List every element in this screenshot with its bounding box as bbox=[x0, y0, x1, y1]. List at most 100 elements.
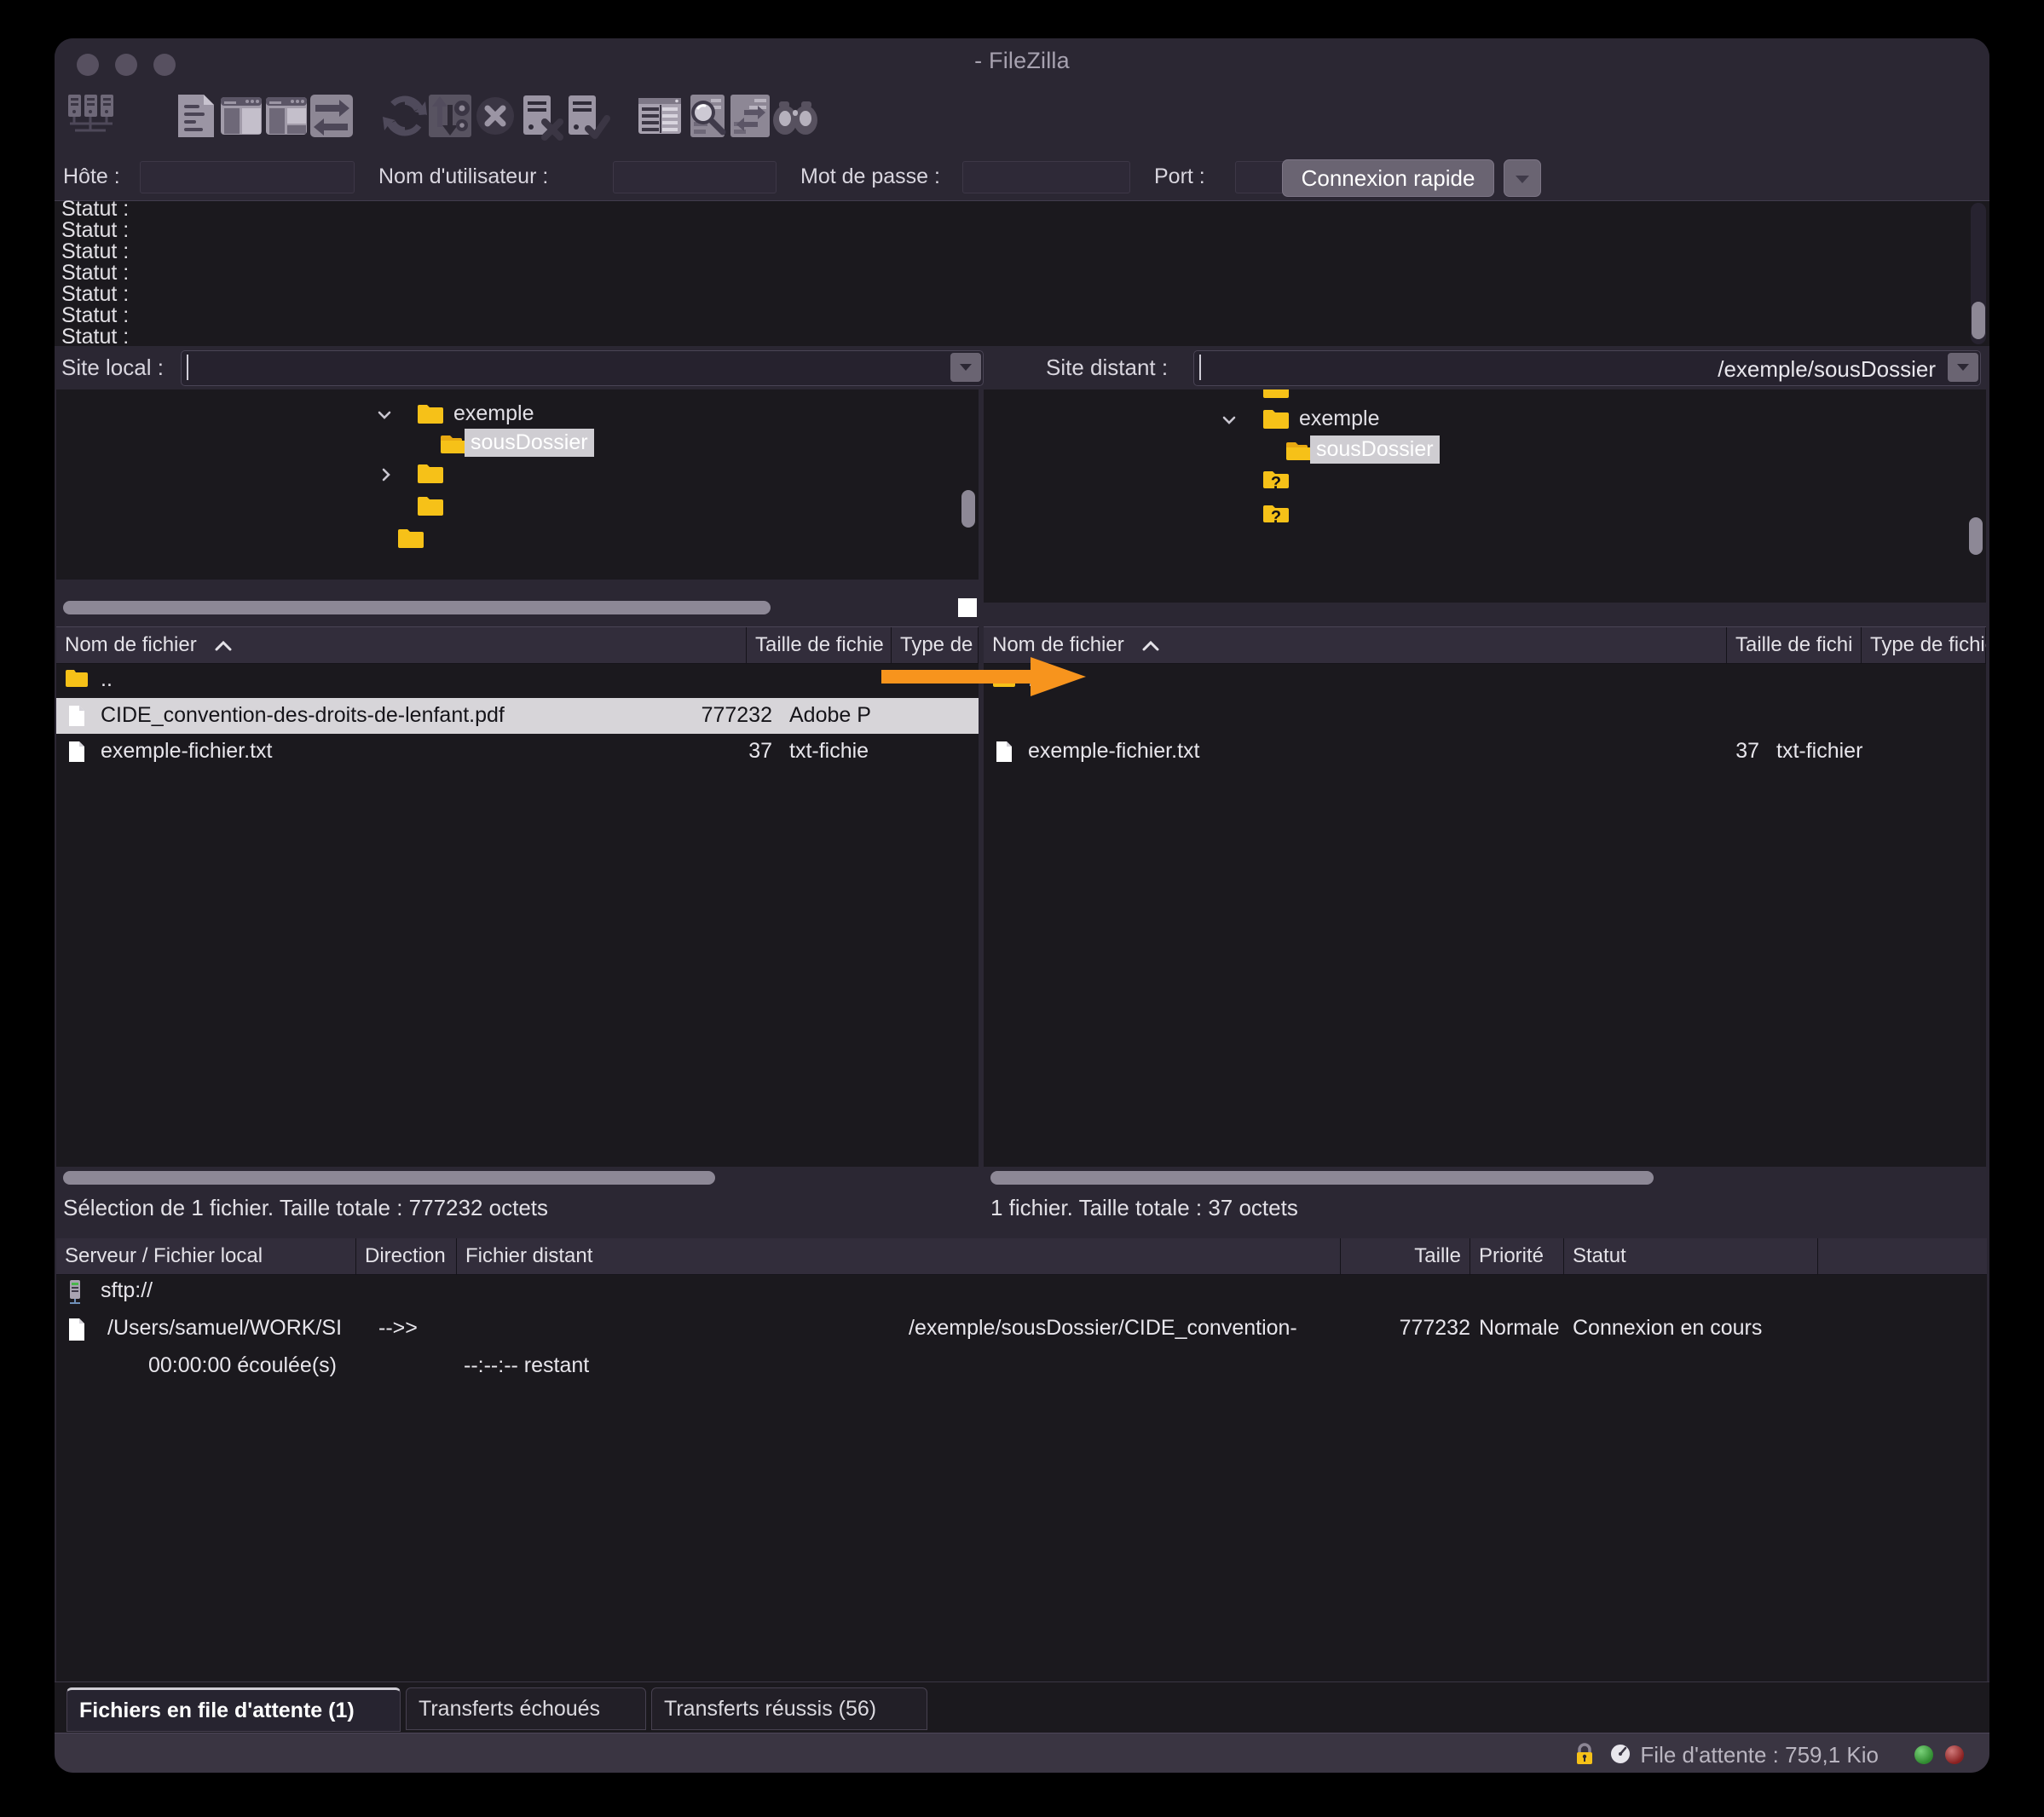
remote-list-hscrollbar-thumb[interactable] bbox=[990, 1171, 1654, 1185]
column-header-filesize[interactable]: Taille de fichie bbox=[747, 627, 892, 663]
text-caret bbox=[1199, 355, 1201, 380]
column-header-priority[interactable]: Priorité bbox=[1470, 1238, 1564, 1274]
lock-icon[interactable] bbox=[1572, 1742, 1597, 1766]
local-file-list[interactable]: Nom de fichier Taille de fichie Type de … bbox=[56, 626, 979, 1167]
folder-icon bbox=[1262, 408, 1290, 430]
table-row[interactable]: .. bbox=[56, 662, 979, 698]
local-list-hscrollbar-track[interactable] bbox=[56, 1167, 979, 1189]
tree-row[interactable]: ? bbox=[984, 464, 1986, 497]
led-red-icon bbox=[1945, 1745, 1964, 1764]
message-log[interactable]: Statut : Statut : Statut : Statut : Stat… bbox=[55, 197, 1989, 349]
column-header-label: Taille de fichi bbox=[1735, 633, 1853, 656]
queue-server-row[interactable]: sftp:// bbox=[56, 1274, 1987, 1310]
local-list-hscrollbar-thumb[interactable] bbox=[63, 1171, 715, 1185]
column-header-label: Taille de fichie bbox=[755, 633, 884, 656]
column-header-label: Type de f bbox=[900, 633, 979, 656]
folder-unknown-icon: ? bbox=[1262, 470, 1290, 493]
remote-site-dropdown-icon[interactable] bbox=[1948, 353, 1978, 382]
queue-priority: Normale bbox=[1479, 1316, 1560, 1340]
column-header-label: Taille bbox=[1414, 1244, 1461, 1267]
column-header-direction[interactable]: Direction bbox=[356, 1238, 457, 1274]
queue-transfer-row[interactable]: /Users/samuel/WORK/SI -->> /exemple/sous… bbox=[56, 1312, 1987, 1347]
local-site-dropdown-icon[interactable] bbox=[950, 353, 981, 382]
remote-site-combo[interactable]: /exemple/sousDossier bbox=[1193, 350, 1981, 386]
column-header-filename[interactable]: Nom de fichier bbox=[56, 627, 747, 663]
password-input[interactable] bbox=[962, 161, 1130, 193]
tree-item-label-selected: sousDossier bbox=[1310, 436, 1440, 464]
svg-text:?: ? bbox=[1271, 508, 1281, 527]
remote-status-text: 1 fichier. Taille totale : 37 octets bbox=[990, 1195, 1298, 1220]
search-remote-files-icon[interactable] bbox=[767, 88, 823, 144]
remote-directory-tree[interactable]: exemple sousDossier ? ? bbox=[984, 389, 1986, 603]
local-tree-resize-grip[interactable] bbox=[958, 598, 977, 617]
table-row[interactable]: CIDE_convention-des-droits-de-lenfant.pd… bbox=[56, 698, 979, 734]
speedometer-icon[interactable] bbox=[1608, 1742, 1633, 1766]
username-input[interactable] bbox=[613, 161, 777, 193]
local-file-list-header: Nom de fichier Taille de fichie Type de … bbox=[56, 626, 979, 664]
remote-list-hscrollbar-track[interactable] bbox=[984, 1167, 1986, 1189]
pane-splitter[interactable] bbox=[979, 389, 984, 1230]
column-header-status[interactable]: Statut bbox=[1564, 1238, 1818, 1274]
tree-row[interactable]: exemple bbox=[984, 403, 1986, 436]
table-row[interactable]: .. bbox=[984, 662, 1986, 698]
remote-tree-vscrollbar-thumb[interactable] bbox=[1969, 517, 1983, 555]
file-size: 777232 bbox=[701, 703, 772, 727]
tab-queued-files[interactable]: Fichiers en file d'attente (1) bbox=[66, 1687, 401, 1732]
local-tree-hscrollbar-thumb[interactable] bbox=[63, 601, 771, 614]
led-green-icon bbox=[1914, 1745, 1933, 1764]
queue-local-file: /Users/samuel/WORK/SI bbox=[107, 1316, 343, 1340]
column-header-filetype[interactable]: Type de fichie bbox=[1862, 627, 1986, 663]
port-label: Port : bbox=[1154, 164, 1205, 188]
local-pane-status: Sélection de 1 fichier. Taille totale : … bbox=[56, 1189, 979, 1228]
transfer-queue[interactable]: Serveur / Fichier local Direction Fichie… bbox=[56, 1238, 1987, 1681]
chevron-down-icon[interactable] bbox=[376, 407, 393, 424]
quickconnect-dropdown-button[interactable] bbox=[1504, 159, 1541, 197]
local-tree-vscrollbar-thumb[interactable] bbox=[961, 490, 975, 528]
site-manager-icon[interactable] bbox=[63, 88, 119, 144]
tab-successful-transfers[interactable]: Transferts réussis (56) bbox=[651, 1687, 927, 1730]
tree-row[interactable] bbox=[56, 522, 979, 555]
file-name: .. bbox=[101, 667, 113, 691]
filezilla-window: - FileZilla Hôte: Nom d'utilisateur: M… bbox=[55, 38, 1989, 1773]
file-icon bbox=[992, 741, 1016, 763]
queue-server-label: sftp:// bbox=[101, 1278, 153, 1302]
column-header-label: Nom de fichier bbox=[65, 633, 197, 656]
chevron-down-icon[interactable] bbox=[1221, 412, 1238, 429]
column-header-remote-file[interactable]: Fichier distant bbox=[457, 1238, 1341, 1274]
tree-row[interactable] bbox=[56, 490, 979, 522]
tree-row[interactable]: ? bbox=[984, 499, 1986, 531]
column-header-size[interactable]: Taille bbox=[1341, 1238, 1470, 1274]
reconnect-icon[interactable] bbox=[557, 88, 614, 144]
local-directory-tree[interactable]: exemple sousDossier bbox=[56, 389, 979, 580]
window-title: - FileZilla bbox=[974, 48, 1070, 73]
folder-open-icon bbox=[440, 434, 467, 456]
table-row[interactable]: exemple-fichier.txt 37 txt-fichie bbox=[56, 734, 979, 770]
file-name: exemple-fichier.txt bbox=[101, 739, 273, 763]
tree-row[interactable]: sousDossier bbox=[984, 434, 1986, 466]
local-tree-hscrollbar-track[interactable] bbox=[56, 597, 979, 619]
quickconnect-button[interactable]: Connexion rapide bbox=[1282, 159, 1494, 197]
chevron-right-icon[interactable] bbox=[378, 466, 395, 483]
folder-icon bbox=[417, 403, 444, 425]
column-header-server-local-file[interactable]: Serveur / Fichier local bbox=[56, 1238, 356, 1274]
column-header-extra[interactable] bbox=[1818, 1238, 1987, 1274]
remote-site-label: Site distant : bbox=[1046, 355, 1169, 380]
queue-status: Connexion en cours bbox=[1573, 1316, 1763, 1340]
file-type: Adobe P bbox=[789, 703, 871, 727]
folder-icon bbox=[65, 669, 89, 691]
column-header-filesize[interactable]: Taille de fichi bbox=[1727, 627, 1862, 663]
host-input[interactable] bbox=[140, 161, 355, 193]
remote-file-list[interactable]: Nom de fichier Taille de fichi Type de f… bbox=[984, 626, 1986, 1167]
tree-item-label-selected: sousDossier bbox=[465, 429, 594, 457]
tree-row[interactable]: sousDossier bbox=[56, 427, 979, 459]
tab-label: Fichiers en file d'attente (1) bbox=[79, 1699, 355, 1722]
tree-row[interactable] bbox=[56, 458, 979, 490]
file-icon bbox=[65, 741, 89, 763]
column-header-filename[interactable]: Nom de fichier bbox=[984, 627, 1727, 663]
table-row[interactable]: exemple-fichier.txt 37 txt-fichier bbox=[984, 734, 1986, 770]
tree-row[interactable]: exemple bbox=[56, 398, 979, 430]
toggle-transfer-queue-icon[interactable] bbox=[303, 88, 360, 144]
log-scrollbar-thumb[interactable] bbox=[1972, 302, 1985, 339]
tab-failed-transfers[interactable]: Transferts échoués bbox=[406, 1687, 646, 1730]
local-site-combo[interactable] bbox=[181, 350, 984, 386]
